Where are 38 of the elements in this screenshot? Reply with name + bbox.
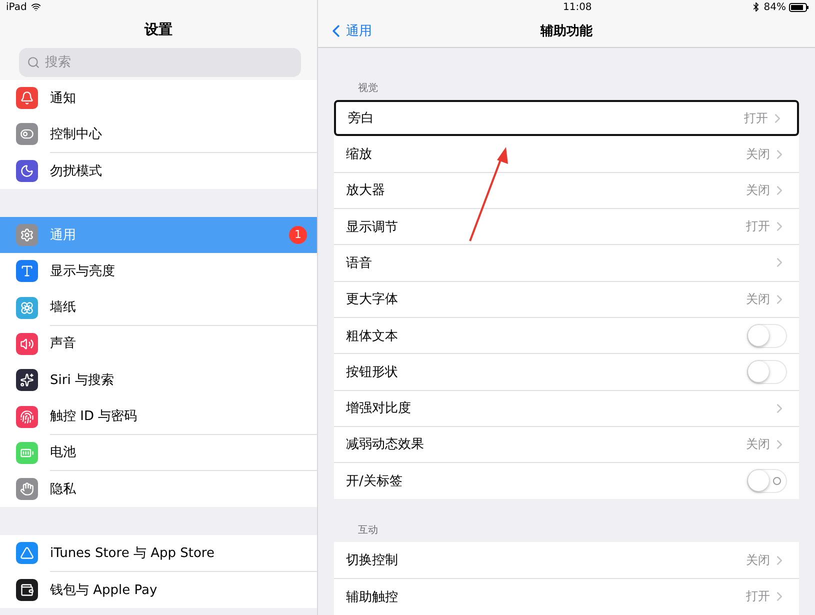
settings-row[interactable]: 放大器 关闭 — [334, 172, 799, 210]
settings-row[interactable]: 按钮形状 — [334, 354, 799, 391]
section-header: 互动 — [357, 524, 379, 538]
settings-row[interactable]: 切换控制 关闭 — [334, 542, 799, 579]
sidebar-title: 设置 — [143, 21, 174, 40]
row-value: 关闭 — [746, 182, 770, 199]
row-value: 打开 — [746, 218, 770, 236]
row-value: 打开 — [744, 110, 768, 127]
device-name: iPad — [6, 2, 27, 12]
row-value: 关闭 — [746, 146, 770, 163]
row-value: 关闭 — [746, 436, 770, 453]
battery-percent: 84% — [764, 2, 786, 12]
search-icon — [27, 56, 40, 69]
notification-badge: 1 — [289, 226, 307, 244]
settings-row[interactable]: 粗体文本 — [334, 318, 799, 354]
row-value: 关闭 — [746, 290, 770, 308]
clock: 11:08 — [562, 2, 592, 12]
back-button[interactable]: 通用 — [318, 20, 372, 41]
settings-row[interactable]: 增强对比度 — [334, 390, 799, 427]
settings-row[interactable]: 语音 — [334, 245, 799, 282]
settings-row[interactable]: 更大字体 关闭 — [334, 282, 799, 318]
bluetooth-icon — [750, 2, 761, 12]
battery-icon — [789, 2, 809, 12]
section-header: 视觉 — [357, 82, 379, 96]
toggle-switch[interactable] — [747, 360, 787, 384]
wifi-icon — [30, 2, 41, 12]
settings-row[interactable]: 辅助触控 打开 — [334, 578, 799, 615]
settings-row[interactable]: 减弱动态效果 关闭 — [334, 426, 799, 464]
sidebar-item[interactable]: 通用 1 — [0, 216, 317, 254]
search-field[interactable]: 搜索 — [19, 48, 301, 77]
settings-row[interactable]: 显示调节 打开 — [334, 209, 799, 246]
row-value: 打开 — [746, 588, 770, 606]
row-value: 关闭 — [746, 552, 770, 569]
toggle-switch[interactable] — [747, 324, 787, 348]
toggle-switch[interactable] — [747, 469, 787, 494]
settings-row[interactable]: 旁白 打开 — [334, 100, 799, 136]
page-title: 辅助功能 — [540, 22, 592, 40]
settings-row[interactable]: 开/关标签 — [334, 463, 799, 500]
